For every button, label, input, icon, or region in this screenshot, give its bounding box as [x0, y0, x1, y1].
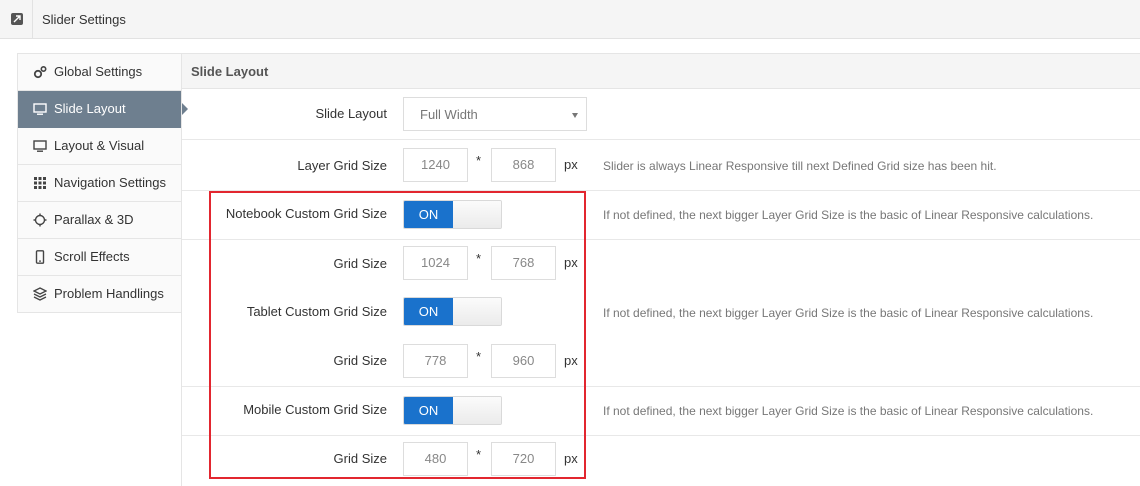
toggle-on-label: ON	[404, 298, 453, 325]
notebook-grid-row: Grid Size 1024 * 768 px	[182, 240, 1140, 289]
sidebar-item-layout-visual[interactable]: Layout & Visual	[18, 128, 181, 165]
tablet-grid-row: Grid Size 778 * 960 px	[182, 338, 1140, 387]
slide-layout-label: Slide Layout	[315, 106, 387, 121]
mobile-custom-label: Mobile Custom Grid Size	[243, 402, 387, 417]
slide-layout-value: Full Width	[420, 107, 478, 122]
layer-grid-height-input[interactable]: 868	[491, 148, 556, 182]
unit-label: px	[564, 255, 578, 270]
tablet-custom-toggle[interactable]: ON	[403, 297, 502, 326]
sidebar-item-scroll-effects[interactable]: Scroll Effects	[18, 239, 181, 276]
mobile-grid-label: Grid Size	[333, 451, 387, 466]
sidebar-item-slide-layout[interactable]: Slide Layout	[18, 91, 188, 128]
times-symbol: *	[476, 153, 482, 168]
mobile-grid-row: Grid Size 480 * 720 px	[182, 436, 1140, 485]
desktop-icon	[33, 139, 47, 153]
layer-grid-row: Layer Grid Size 1240 * 868 px Slider is …	[182, 140, 1140, 191]
mobile-grid-height-input[interactable]: 720	[491, 442, 556, 476]
mobile-grid-width-input[interactable]: 480	[403, 442, 468, 476]
notebook-grid-height-input[interactable]: 768	[491, 246, 556, 280]
sidebar-item-label: Scroll Effects	[54, 249, 130, 264]
settings-header: Slider Settings	[0, 0, 1140, 39]
toggle-knob	[453, 201, 501, 228]
tablet-hint: If not defined, the next bigger Layer Gr…	[603, 306, 1094, 320]
unit-label: px	[564, 451, 578, 466]
mobile-custom-toggle[interactable]: ON	[403, 396, 502, 425]
notebook-custom-label: Notebook Custom Grid Size	[225, 206, 387, 221]
desktop-icon	[33, 102, 47, 116]
header-title: Slider Settings	[42, 12, 126, 27]
slide-layout-row: Slide Layout Full Width	[182, 89, 1140, 140]
tablet-custom-row: Tablet Custom Grid Size ON If not define…	[182, 289, 1140, 338]
sidebar-item-label: Global Settings	[54, 64, 143, 79]
sidebar-item-problem-handlings[interactable]: Problem Handlings	[18, 276, 181, 312]
layers-icon	[33, 287, 47, 301]
grid-icon	[33, 176, 47, 190]
sidebar-item-label: Problem Handlings	[54, 286, 164, 301]
tablet-grid-height-input[interactable]: 960	[491, 344, 556, 378]
mobile-icon	[33, 250, 47, 264]
expand-toggle[interactable]	[0, 0, 33, 39]
layer-grid-label: Layer Grid Size	[297, 158, 387, 173]
slide-layout-panel: Slide Layout Slide Layout Full Width Lay…	[181, 53, 1140, 486]
tablet-grid-label: Grid Size	[333, 353, 387, 368]
sidebar-item-label: Slide Layout	[54, 101, 126, 116]
toggle-on-label: ON	[404, 397, 453, 424]
toggle-on-label: ON	[404, 201, 453, 228]
sidebar-item-label: Parallax & 3D	[54, 212, 134, 227]
times-symbol: *	[476, 447, 482, 462]
notebook-hint: If not defined, the next bigger Layer Gr…	[603, 208, 1094, 222]
section-title: Slide Layout	[191, 64, 269, 79]
layer-grid-width-input[interactable]: 1240	[403, 148, 468, 182]
expand-icon	[11, 13, 23, 25]
sidebar-item-navigation-settings[interactable]: Navigation Settings	[18, 165, 181, 202]
notebook-custom-toggle[interactable]: ON	[403, 200, 502, 229]
mobile-hint: If not defined, the next bigger Layer Gr…	[603, 404, 1094, 418]
cogs-icon	[33, 65, 47, 79]
toggle-knob	[453, 397, 501, 424]
notebook-grid-width-input[interactable]: 1024	[403, 246, 468, 280]
unit-label: px	[564, 353, 578, 368]
times-symbol: *	[476, 251, 482, 266]
toggle-knob	[453, 298, 501, 325]
mobile-custom-row: Mobile Custom Grid Size ON If not define…	[182, 387, 1140, 436]
sidebar-item-parallax-3d[interactable]: Parallax & 3D	[18, 202, 181, 239]
sidebar-item-global-settings[interactable]: Global Settings	[18, 54, 181, 91]
notebook-grid-label: Grid Size	[333, 256, 387, 271]
crosshair-icon	[33, 213, 47, 227]
sidebar-item-label: Navigation Settings	[54, 175, 167, 190]
layer-grid-hint: Slider is always Linear Responsive till …	[603, 159, 997, 173]
sidebar-item-label: Layout & Visual	[54, 138, 145, 153]
tablet-custom-label: Tablet Custom Grid Size	[246, 304, 387, 319]
settings-sidebar: Global Settings Slide Layout Layout & Vi…	[17, 53, 188, 313]
unit-label: px	[564, 157, 578, 172]
notebook-custom-row: Notebook Custom Grid Size ON If not defi…	[182, 191, 1140, 240]
tablet-grid-width-input[interactable]: 778	[403, 344, 468, 378]
chevron-down-icon	[572, 113, 578, 118]
times-symbol: *	[476, 349, 482, 364]
slide-layout-select[interactable]: Full Width	[403, 97, 587, 131]
section-header: Slide Layout	[182, 53, 1140, 89]
